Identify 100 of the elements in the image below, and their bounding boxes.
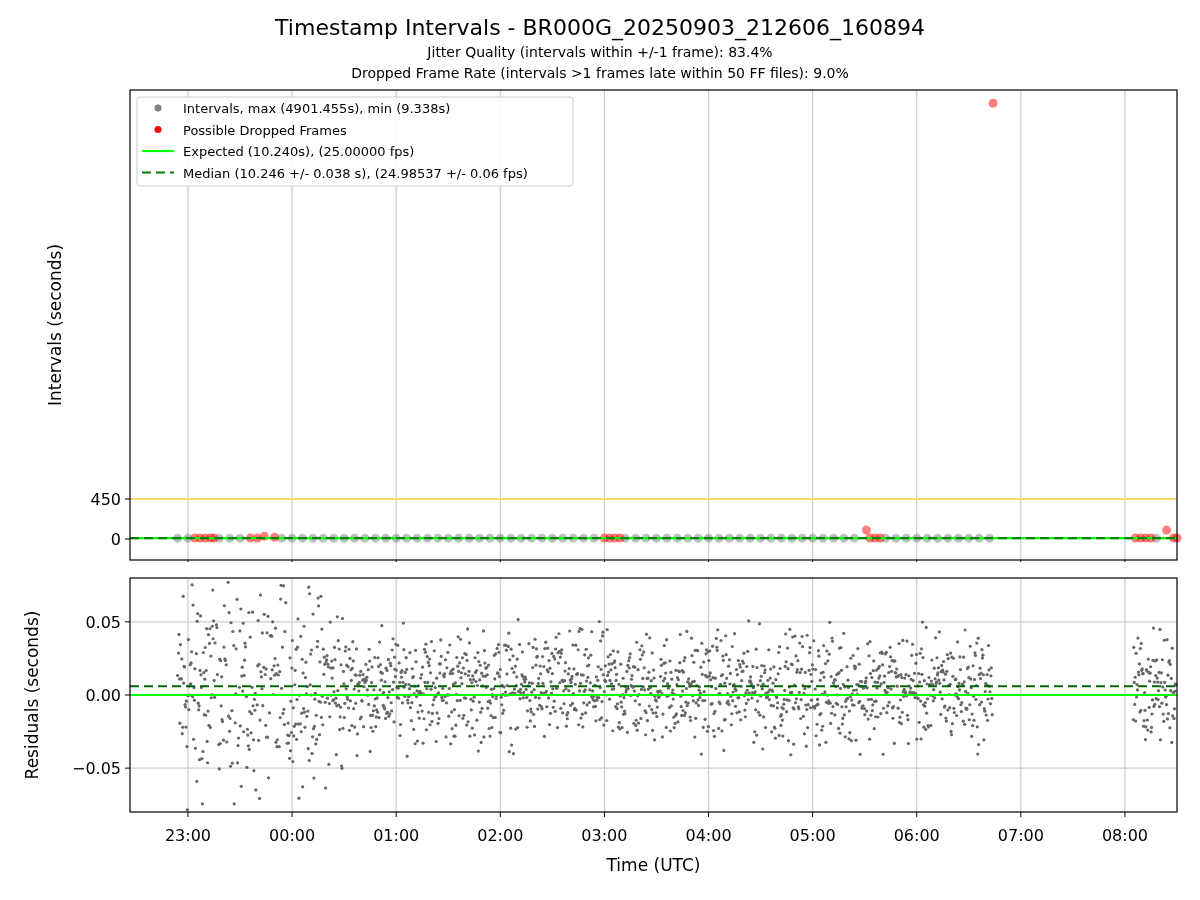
data-point [433,533,443,543]
data-point [1136,533,1146,543]
legend-label: Possible Dropped Frames [183,122,347,138]
legend-label: Median (10.246 +/- 0.038 s), (24.98537 +/- 0.06 fps) [183,165,528,181]
data-point [839,533,849,543]
data-point [339,533,349,543]
data-point [558,533,568,543]
data-point [516,533,526,543]
data-point [891,533,901,543]
data-point [875,533,885,543]
data-point [422,533,432,543]
data-point [318,533,328,543]
data-point [808,533,818,543]
x-tick-label: 05:00 [789,826,836,845]
data-point [329,533,339,543]
data-point [475,533,484,543]
data-point [245,533,255,543]
data-point [787,533,797,543]
data-point [662,533,672,543]
data-point [651,533,661,543]
data-point [818,533,828,543]
data-point [985,533,995,543]
data-point [953,533,963,543]
x-tick-label: 03:00 [581,826,628,845]
data-point [1162,525,1172,535]
data-point [190,533,200,543]
data-point [589,533,599,543]
data-point [568,533,578,543]
data-point [183,533,193,543]
data-point [547,533,557,543]
data-point [615,533,625,543]
data-point [735,533,745,543]
data-point [745,533,755,543]
data-point [828,533,838,543]
data-point [412,533,422,543]
data-point [277,533,287,543]
y-tick-label: 450 [90,490,121,509]
data-point [495,533,505,543]
data-point [402,533,412,543]
data-point [454,533,464,543]
data-point [912,533,922,543]
x-tick-label: 07:00 [997,826,1044,845]
data-point [195,533,205,543]
x-tick-label: 08:00 [1101,826,1148,845]
data-point [270,532,280,542]
y-axis-label: Residuals (seconds) [22,610,42,780]
data-point [370,533,380,543]
x-tick-label: 02:00 [477,826,524,845]
data-point [298,533,307,543]
data-point [988,98,998,108]
data-point [443,533,453,543]
y-tick-label: 0.05 [85,612,121,632]
data-point [287,533,297,543]
data-point [485,533,495,543]
data-point [943,533,953,543]
legend-label: Expected (10.240s), (25.00000 fps) [183,144,415,159]
data-point [620,533,630,543]
data-point [704,533,713,543]
chart-subtitle: Dropped Frame Rate (intervals >1 frames late within 50 FF files): 9.0% [351,64,849,83]
y-axis-label: Intervals (seconds) [45,243,65,407]
data-point [308,533,318,543]
y-tick-label: 0 [110,530,121,549]
data-point [605,533,615,543]
data-point [865,533,875,543]
y-tick-label: −0.05 [71,759,121,779]
data-point [537,533,547,543]
chart-title: Timestamp Intervals - BR000G_20250903_212606_160894 [275,14,925,42]
data-point [683,533,693,543]
data-point [235,533,245,543]
data-point [714,533,724,543]
data-point [610,533,620,543]
data-point [964,533,974,543]
data-point [724,533,734,543]
data-point [933,533,943,543]
data-point [599,533,609,543]
data-point [173,533,183,543]
data-point [870,533,880,543]
data-point [360,533,370,543]
data-point [797,533,807,543]
data-point [1141,533,1151,543]
y-tick-label: 0.00 [85,686,121,705]
data-point [214,533,224,543]
data-point [922,533,932,543]
data-point [200,533,210,543]
data-point [766,533,776,543]
data-point [259,531,269,541]
chart-subtitle: Jitter Quality (intervals within +/-1 frame): 83.4% [427,43,773,62]
data-point [861,525,871,535]
data-point [901,533,911,543]
data-point [641,533,651,543]
data-point [225,533,235,543]
data-point [527,533,537,543]
data-point [252,533,262,543]
data-point [1130,533,1140,543]
data-point [849,533,859,543]
data-point [631,533,641,543]
data-point [381,533,391,543]
data-point [881,533,890,543]
x-tick-label: 00:00 [269,826,316,845]
data-point [974,533,984,543]
